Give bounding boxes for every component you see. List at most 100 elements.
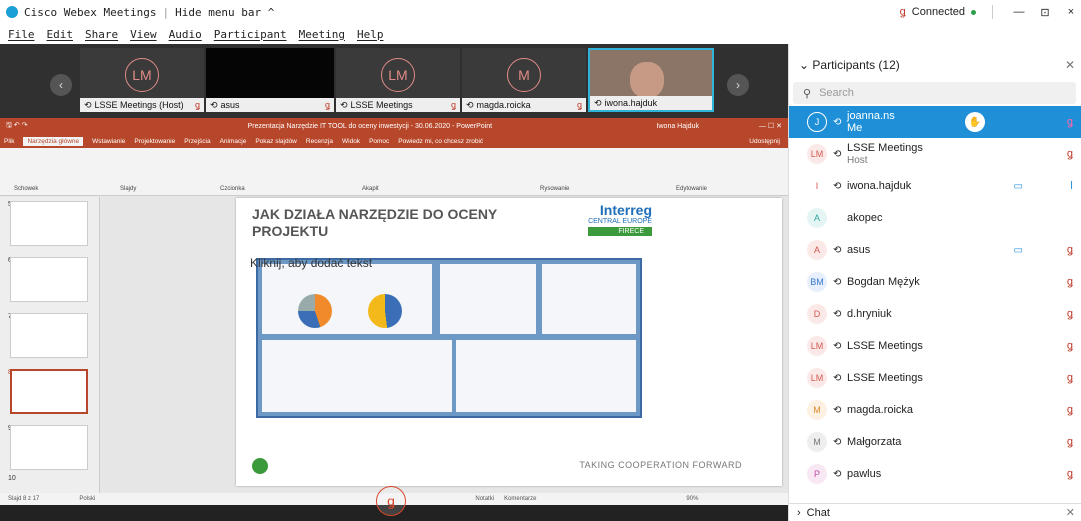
mute-button[interactable]: ǥ bbox=[376, 486, 406, 516]
speaker-icon: ⟲ bbox=[833, 308, 842, 320]
muted-mic-icon[interactable]: ǥ bbox=[1067, 404, 1073, 416]
notes-button[interactable]: Notatki bbox=[475, 496, 494, 502]
participant-name: akopec bbox=[847, 212, 883, 224]
raise-hand-icon[interactable]: ✋ bbox=[965, 112, 985, 132]
participant-row[interactable]: I ⟲ iwona.hajduk ▭ ǀ bbox=[789, 170, 1081, 202]
zoom-level[interactable]: 90% bbox=[686, 496, 698, 502]
menu-participant[interactable]: Participant bbox=[214, 28, 287, 41]
slide-thumbnail[interactable] bbox=[10, 257, 88, 302]
ppt-tab[interactable]: Widok bbox=[342, 138, 360, 145]
comments-button[interactable]: Komentarze bbox=[504, 496, 536, 502]
slide-placeholder[interactable]: Kliknij, aby dodać tekst bbox=[250, 256, 372, 270]
connected-status: Connected bbox=[911, 6, 965, 18]
dashboard-image bbox=[256, 258, 642, 418]
participant-row[interactable]: LM ⟲ LSSE Meetings ǥ bbox=[789, 330, 1081, 362]
chevron-right-icon: › bbox=[797, 506, 801, 519]
video-tile[interactable]: M ⟲ magda.roicka ǥ bbox=[462, 48, 586, 112]
participant-row[interactable]: A ⟲ asus ▭ ǥ bbox=[789, 234, 1081, 266]
participant-name: d.hryniuk bbox=[847, 308, 892, 320]
participant-name: LSSE Meetings bbox=[847, 372, 923, 384]
muted-mic-icon: ǥ bbox=[450, 100, 456, 110]
ppt-tab[interactable]: Wstawianie bbox=[92, 138, 125, 145]
ribbon-group: Slajdy bbox=[120, 186, 137, 192]
slide-title: JAK DZIAŁA NARZĘDZIE DO OCENY PROJEKTU bbox=[252, 206, 498, 239]
ppt-tab[interactable]: Pomoc bbox=[369, 138, 389, 145]
participant-row-me[interactable]: J ⟲ joanna.ns Me ✋ ǥ bbox=[789, 106, 1081, 138]
participant-name: Małgorzata bbox=[847, 436, 902, 448]
strip-next-button[interactable]: › bbox=[727, 74, 749, 96]
video-tile[interactable]: ⟲ asus ǥ bbox=[206, 48, 334, 112]
ppt-tell-me[interactable]: Powiedz mi, co chcesz zrobić bbox=[398, 138, 483, 145]
video-tile-active[interactable]: ⟲ iwona.hajduk bbox=[588, 48, 714, 112]
slide-thumbnail[interactable] bbox=[10, 313, 88, 358]
ppt-tab[interactable]: Plik bbox=[4, 138, 14, 145]
menu-edit[interactable]: Edit bbox=[47, 28, 74, 41]
ppt-tab[interactable]: Projektowanie bbox=[134, 138, 175, 145]
menu-share[interactable]: Share bbox=[85, 28, 118, 41]
close-button[interactable]: × bbox=[1061, 6, 1081, 18]
ribbon-group: Czcionka bbox=[220, 186, 245, 192]
participant-row[interactable]: M ⟲ Małgorzata ǥ bbox=[789, 426, 1081, 458]
search-placeholder: Search bbox=[819, 87, 854, 99]
video-icon[interactable]: ▭ bbox=[1014, 181, 1023, 192]
video-tile[interactable]: LM ⟲ LSSE Meetings ǥ bbox=[336, 48, 460, 112]
participant-name: joanna.ns bbox=[847, 110, 895, 122]
ppt-tab[interactable]: Recenzja bbox=[306, 138, 333, 145]
participant-row[interactable]: BM ⟲ Bogdan Mężyk ǥ bbox=[789, 266, 1081, 298]
tile-name: LSSE Meetings bbox=[350, 100, 413, 110]
muted-mic-icon: ǥ bbox=[576, 100, 582, 110]
menu-help[interactable]: Help bbox=[357, 28, 384, 41]
close-chat-button[interactable]: ✕ bbox=[1066, 506, 1075, 519]
participant-row[interactable]: P ⟲ pawlus ǥ bbox=[789, 458, 1081, 490]
video-icon[interactable]: ▭ bbox=[1014, 245, 1023, 256]
ppt-tab-active[interactable]: Narzędzia główne bbox=[23, 136, 84, 146]
muted-mic-icon[interactable]: ǥ bbox=[1067, 468, 1073, 480]
minimize-button[interactable]: — bbox=[1009, 6, 1029, 18]
participant-row[interactable]: M ⟲ magda.roicka ǥ bbox=[789, 394, 1081, 426]
muted-mic-icon[interactable]: ǥ bbox=[1067, 372, 1073, 384]
avatar: LM bbox=[807, 368, 827, 388]
menu-audio[interactable]: Audio bbox=[169, 28, 202, 41]
avatar: A bbox=[807, 208, 827, 228]
slide-thumbnail[interactable] bbox=[10, 425, 88, 470]
search-input[interactable]: ⚲ Search bbox=[793, 82, 1076, 104]
tile-name: LSSE Meetings (Host) bbox=[94, 100, 184, 110]
menu-meeting[interactable]: Meeting bbox=[299, 28, 345, 41]
participant-row[interactable]: LM ⟲ LSSE Meetings ǥ bbox=[789, 362, 1081, 394]
muted-mic-icon[interactable]: ǥ bbox=[1067, 276, 1073, 288]
speaker-icon: ⟲ bbox=[833, 340, 842, 352]
ppt-tab[interactable]: Przejścia bbox=[184, 138, 210, 145]
participants-header[interactable]: ⌄ Participants (12) bbox=[799, 58, 900, 72]
participant-row[interactable]: D ⟲ d.hryniuk ǥ bbox=[789, 298, 1081, 330]
ppt-tab[interactable]: Pokaz slajdów bbox=[255, 138, 297, 145]
participant-name: magda.roicka bbox=[847, 404, 914, 416]
ppt-share-button[interactable]: Udostępnij bbox=[749, 138, 780, 145]
muted-mic-icon[interactable]: ǥ bbox=[1067, 116, 1073, 128]
participant-role: Host bbox=[847, 154, 868, 166]
video-tile[interactable]: LM ⟲ LSSE Meetings (Host) ǥ bbox=[80, 48, 204, 112]
muted-mic-icon[interactable]: ǥ bbox=[1067, 340, 1073, 352]
strip-prev-button[interactable]: ‹ bbox=[50, 74, 72, 96]
logo-text: Interreg bbox=[599, 202, 652, 218]
mic-active-icon[interactable]: ǀ bbox=[1070, 180, 1073, 192]
participant-name: Bogdan Mężyk bbox=[847, 276, 920, 288]
participant-row[interactable]: LM ⟲ LSSE Meetings Host ǥ bbox=[789, 138, 1081, 170]
restore-button[interactable]: ⊡ bbox=[1035, 6, 1055, 19]
video-strip: ‹ LM ⟲ LSSE Meetings (Host) ǥ ⟲ asus ǥ LM ⟲ L… bbox=[0, 44, 788, 118]
slide-thumbnail-active[interactable] bbox=[10, 369, 88, 414]
menu-file[interactable]: File bbox=[8, 28, 35, 41]
muted-mic-icon[interactable]: ǥ bbox=[1067, 308, 1073, 320]
muted-mic-icon[interactable]: ǥ bbox=[1067, 148, 1073, 160]
hide-menu-bar-button[interactable]: Hide menu bar ^ bbox=[175, 6, 274, 19]
participant-name: iwona.hajduk bbox=[847, 180, 912, 192]
slide-thumbnail[interactable] bbox=[10, 201, 88, 246]
muted-mic-icon[interactable]: ǥ bbox=[1067, 436, 1073, 448]
muted-mic-icon[interactable]: ǥ bbox=[1067, 244, 1073, 256]
speaker-icon: ⟲ bbox=[84, 99, 92, 110]
ppt-tab[interactable]: Animacje bbox=[220, 138, 247, 145]
close-panel-button[interactable]: ✕ bbox=[1065, 58, 1075, 72]
participant-name: LSSE Meetings bbox=[847, 141, 923, 154]
participant-row[interactable]: A akopec bbox=[789, 202, 1081, 234]
chat-section-header[interactable]: › Chat ✕ bbox=[789, 503, 1081, 521]
menu-view[interactable]: View bbox=[130, 28, 157, 41]
